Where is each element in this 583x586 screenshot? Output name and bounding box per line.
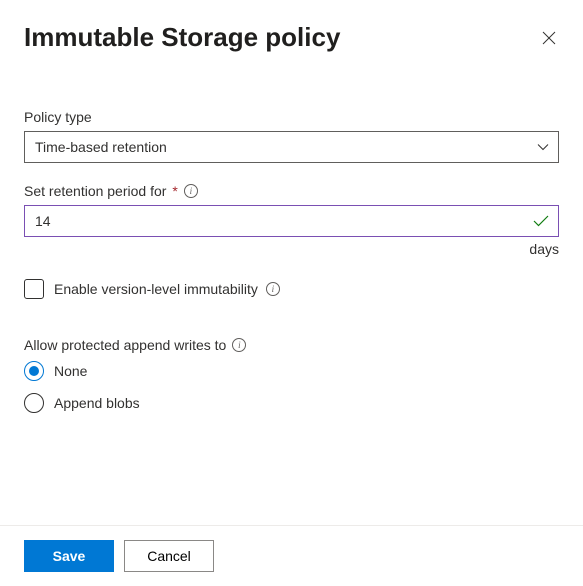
radio-button (24, 393, 44, 413)
radio-label-append-blobs: Append blobs (54, 395, 140, 411)
info-icon[interactable]: i (266, 282, 280, 296)
radio-option-append-blobs[interactable]: Append blobs (24, 393, 559, 413)
policy-type-label: Policy type (24, 109, 559, 125)
radio-label-none: None (54, 363, 87, 379)
radio-button (24, 361, 44, 381)
close-icon (542, 31, 556, 45)
required-indicator: * (172, 183, 177, 199)
info-icon[interactable]: i (184, 184, 198, 198)
policy-type-select[interactable]: Time-based retention (24, 131, 559, 163)
version-immutability-label: Enable version-level immutability (54, 281, 258, 297)
save-button[interactable]: Save (24, 540, 114, 572)
version-immutability-checkbox[interactable] (24, 279, 44, 299)
dialog-title: Immutable Storage policy (24, 22, 340, 53)
info-icon[interactable]: i (232, 338, 246, 352)
retention-label: Set retention period for (24, 183, 166, 199)
cancel-button[interactable]: Cancel (124, 540, 214, 572)
retention-unit: days (24, 241, 559, 257)
radio-option-none[interactable]: None (24, 361, 559, 381)
append-writes-label: Allow protected append writes to (24, 337, 226, 353)
retention-input[interactable] (24, 205, 559, 237)
close-button[interactable] (539, 28, 559, 48)
policy-type-value: Time-based retention (35, 139, 167, 155)
